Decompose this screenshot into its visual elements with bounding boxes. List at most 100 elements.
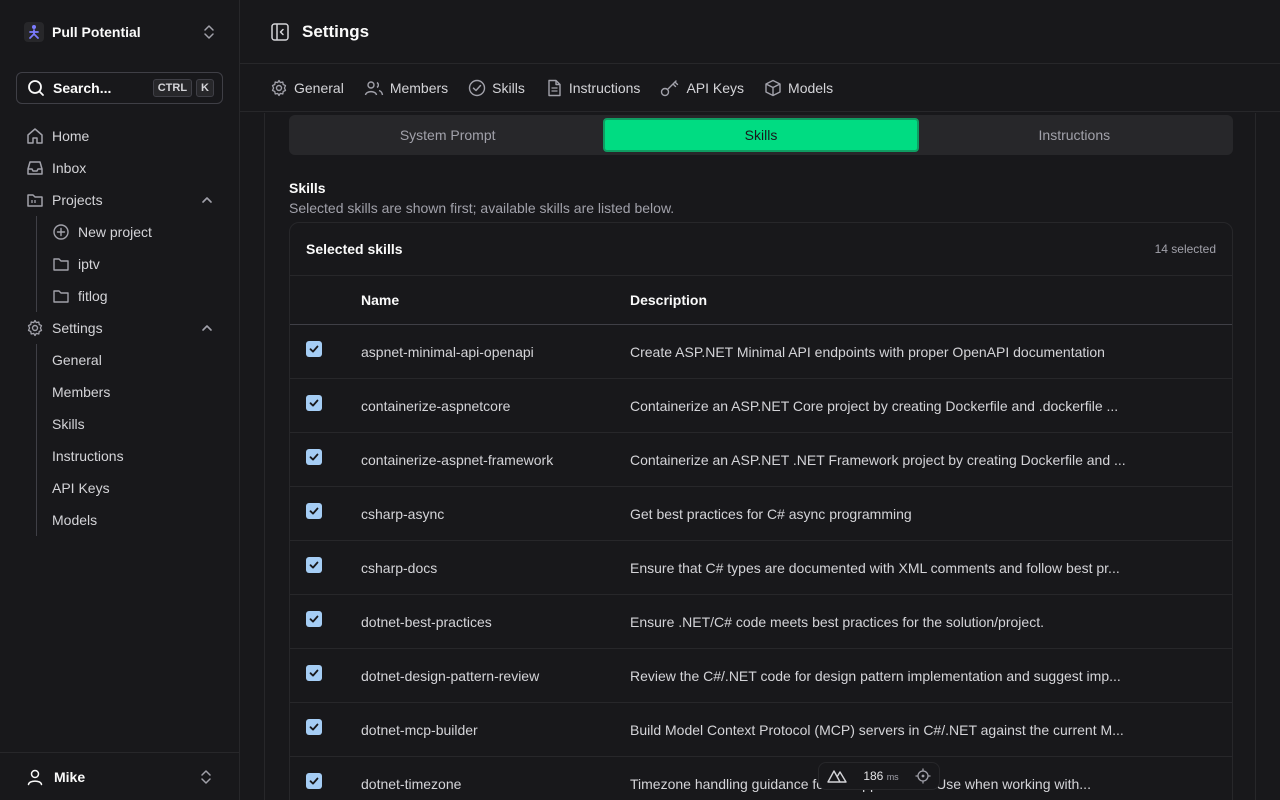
table-row[interactable]: dotnet-mcp-builder Build Model Context Pr… (290, 703, 1232, 757)
skills-table-body: aspnet-minimal-api-openapi Create ASP.NET… (290, 325, 1232, 800)
table-row[interactable]: dotnet-timezone Timezone handling guidanc… (290, 757, 1232, 800)
section-title: Skills (289, 180, 326, 196)
nuxt-icon[interactable] (827, 769, 847, 783)
sidebar-item-fitlog[interactable]: fitlog (36, 280, 224, 312)
render-time-value: 186 (863, 769, 884, 783)
skill-checkbox[interactable] (306, 341, 322, 357)
table-row[interactable]: csharp-docs Ensure that C# types are docu… (290, 541, 1232, 595)
chevron-up-down-icon (199, 769, 213, 785)
page-title: Settings (302, 21, 370, 41)
sidebar-item-label: New project (78, 224, 152, 240)
tab-skills[interactable]: Skills (468, 79, 525, 97)
sidebar-item-label: Members (52, 384, 111, 400)
skill-description: Containerize an ASP.NET .NET Framework p… (630, 451, 1126, 468)
tab-label: Members (389, 79, 449, 96)
checkmark-icon (309, 561, 319, 569)
row-check-cell (290, 541, 361, 573)
folder-icon (52, 254, 72, 274)
crosshair-icon[interactable] (915, 768, 931, 784)
user-menu[interactable]: Mike (0, 752, 239, 800)
chevron-up-icon[interactable] (200, 193, 214, 207)
checkmark-icon (309, 723, 319, 731)
skill-description: Build Model Context Protocol (MCP) serve… (630, 721, 1124, 738)
sidebar-item-projects[interactable]: Projects (16, 184, 224, 216)
table-row[interactable]: dotnet-design-pattern-review Review the C… (290, 649, 1232, 703)
sidebar-item-instructions[interactable]: Instructions (36, 440, 224, 472)
table-row[interactable]: containerize-aspnetcore Containerize an A… (290, 379, 1232, 433)
skill-checkbox[interactable] (306, 719, 322, 735)
tab-api-keys[interactable]: API Keys (660, 79, 744, 97)
settings-tabs: General Members Skills Instructions API … (240, 64, 1280, 112)
sidebar-item-general[interactable]: General (36, 344, 224, 376)
checkmark-icon (309, 453, 319, 461)
table-row[interactable]: dotnet-best-practices Ensure .NET/C# code… (290, 595, 1232, 649)
folder-icon (26, 190, 46, 210)
skill-name: dotnet-mcp-builder (361, 721, 478, 738)
skill-description: Ensure that C# types are documented with… (630, 559, 1120, 576)
segment-skills[interactable]: Skills (603, 118, 919, 152)
checkmark-icon (309, 669, 319, 677)
chevron-up-icon[interactable] (200, 321, 214, 335)
topbar: Settings (240, 0, 1280, 64)
user-name: Mike (54, 768, 86, 785)
selected-count: 14 selected (1154, 242, 1216, 256)
segmented-control: System Prompt Skills Instructions (289, 115, 1233, 155)
devtools-bar[interactable]: 186 ms (818, 762, 940, 790)
search-button[interactable]: Search... CTRL K (16, 72, 223, 104)
table-row[interactable]: containerize-aspnet-framework Containeriz… (290, 433, 1232, 487)
skill-checkbox[interactable] (306, 557, 322, 573)
sidebar-item-label: Skills (52, 416, 85, 432)
table-row[interactable]: csharp-async Get best practices for C# as… (290, 487, 1232, 541)
row-check-cell (290, 433, 361, 465)
row-check-cell (290, 757, 361, 789)
sidebar-item-inbox[interactable]: Inbox (16, 152, 224, 184)
sidebar-item-home[interactable]: Home (16, 120, 224, 152)
tab-general[interactable]: General (270, 79, 344, 97)
sidebar-item-api-keys[interactable]: API Keys (36, 472, 224, 504)
tab-label: Skills (492, 79, 525, 96)
checkmark-icon (309, 507, 319, 515)
card-header: Selected skills 14 selected (290, 223, 1232, 276)
sidebar-item-label: Inbox (52, 160, 87, 176)
skill-checkbox[interactable] (306, 503, 322, 519)
skill-checkbox[interactable] (306, 773, 322, 789)
sidebar-item-settings[interactable]: Settings (16, 312, 224, 344)
skill-checkbox[interactable] (306, 611, 322, 627)
card-title: Selected skills (306, 241, 403, 257)
segment-instructions[interactable]: Instructions (919, 118, 1230, 152)
skill-checkbox[interactable] (306, 665, 322, 681)
segment-system-prompt[interactable]: System Prompt (292, 118, 603, 152)
checkmark-icon (309, 777, 319, 785)
skill-name: aspnet-minimal-api-openapi (361, 343, 534, 360)
section-description: Selected skills are shown first; availab… (289, 200, 675, 216)
sidebar-item-label: fitlog (78, 288, 108, 304)
tab-models[interactable]: Models (764, 79, 833, 97)
check-circle-icon (468, 79, 486, 97)
team-switcher[interactable]: Pull Potential (16, 16, 224, 48)
skills-content: System Prompt Skills Instructions Skills… (264, 113, 1256, 800)
sidebar-item-new-project[interactable]: New project (36, 216, 224, 248)
sidebar-toggle-icon[interactable] (270, 22, 290, 42)
column-header-name[interactable]: Name (361, 292, 630, 308)
sidebar-item-skills[interactable]: Skills (36, 408, 224, 440)
chevron-up-down-icon (202, 24, 216, 40)
row-check-cell (290, 649, 361, 681)
row-check-cell (290, 379, 361, 411)
render-time: 186 ms (863, 769, 898, 783)
tab-members[interactable]: Members (364, 79, 448, 97)
sidebar-item-iptv[interactable]: iptv (36, 248, 224, 280)
sidebar-item-models[interactable]: Models (36, 504, 224, 536)
gear-icon (270, 79, 288, 97)
checkmark-icon (309, 345, 319, 353)
sidebar-item-label: Home (52, 128, 90, 144)
skill-checkbox[interactable] (306, 449, 322, 465)
inbox-icon (26, 158, 46, 178)
sidebar-item-label: API Keys (52, 480, 110, 496)
skill-name: dotnet-design-pattern-review (361, 667, 540, 684)
skill-description: Containerize an ASP.NET Core project by … (630, 397, 1119, 414)
column-header-description[interactable]: Description (630, 292, 1232, 308)
tab-instructions[interactable]: Instructions (545, 79, 640, 97)
skill-checkbox[interactable] (306, 395, 322, 411)
table-row[interactable]: aspnet-minimal-api-openapi Create ASP.NET… (290, 325, 1232, 379)
sidebar-item-members[interactable]: Members (36, 376, 224, 408)
